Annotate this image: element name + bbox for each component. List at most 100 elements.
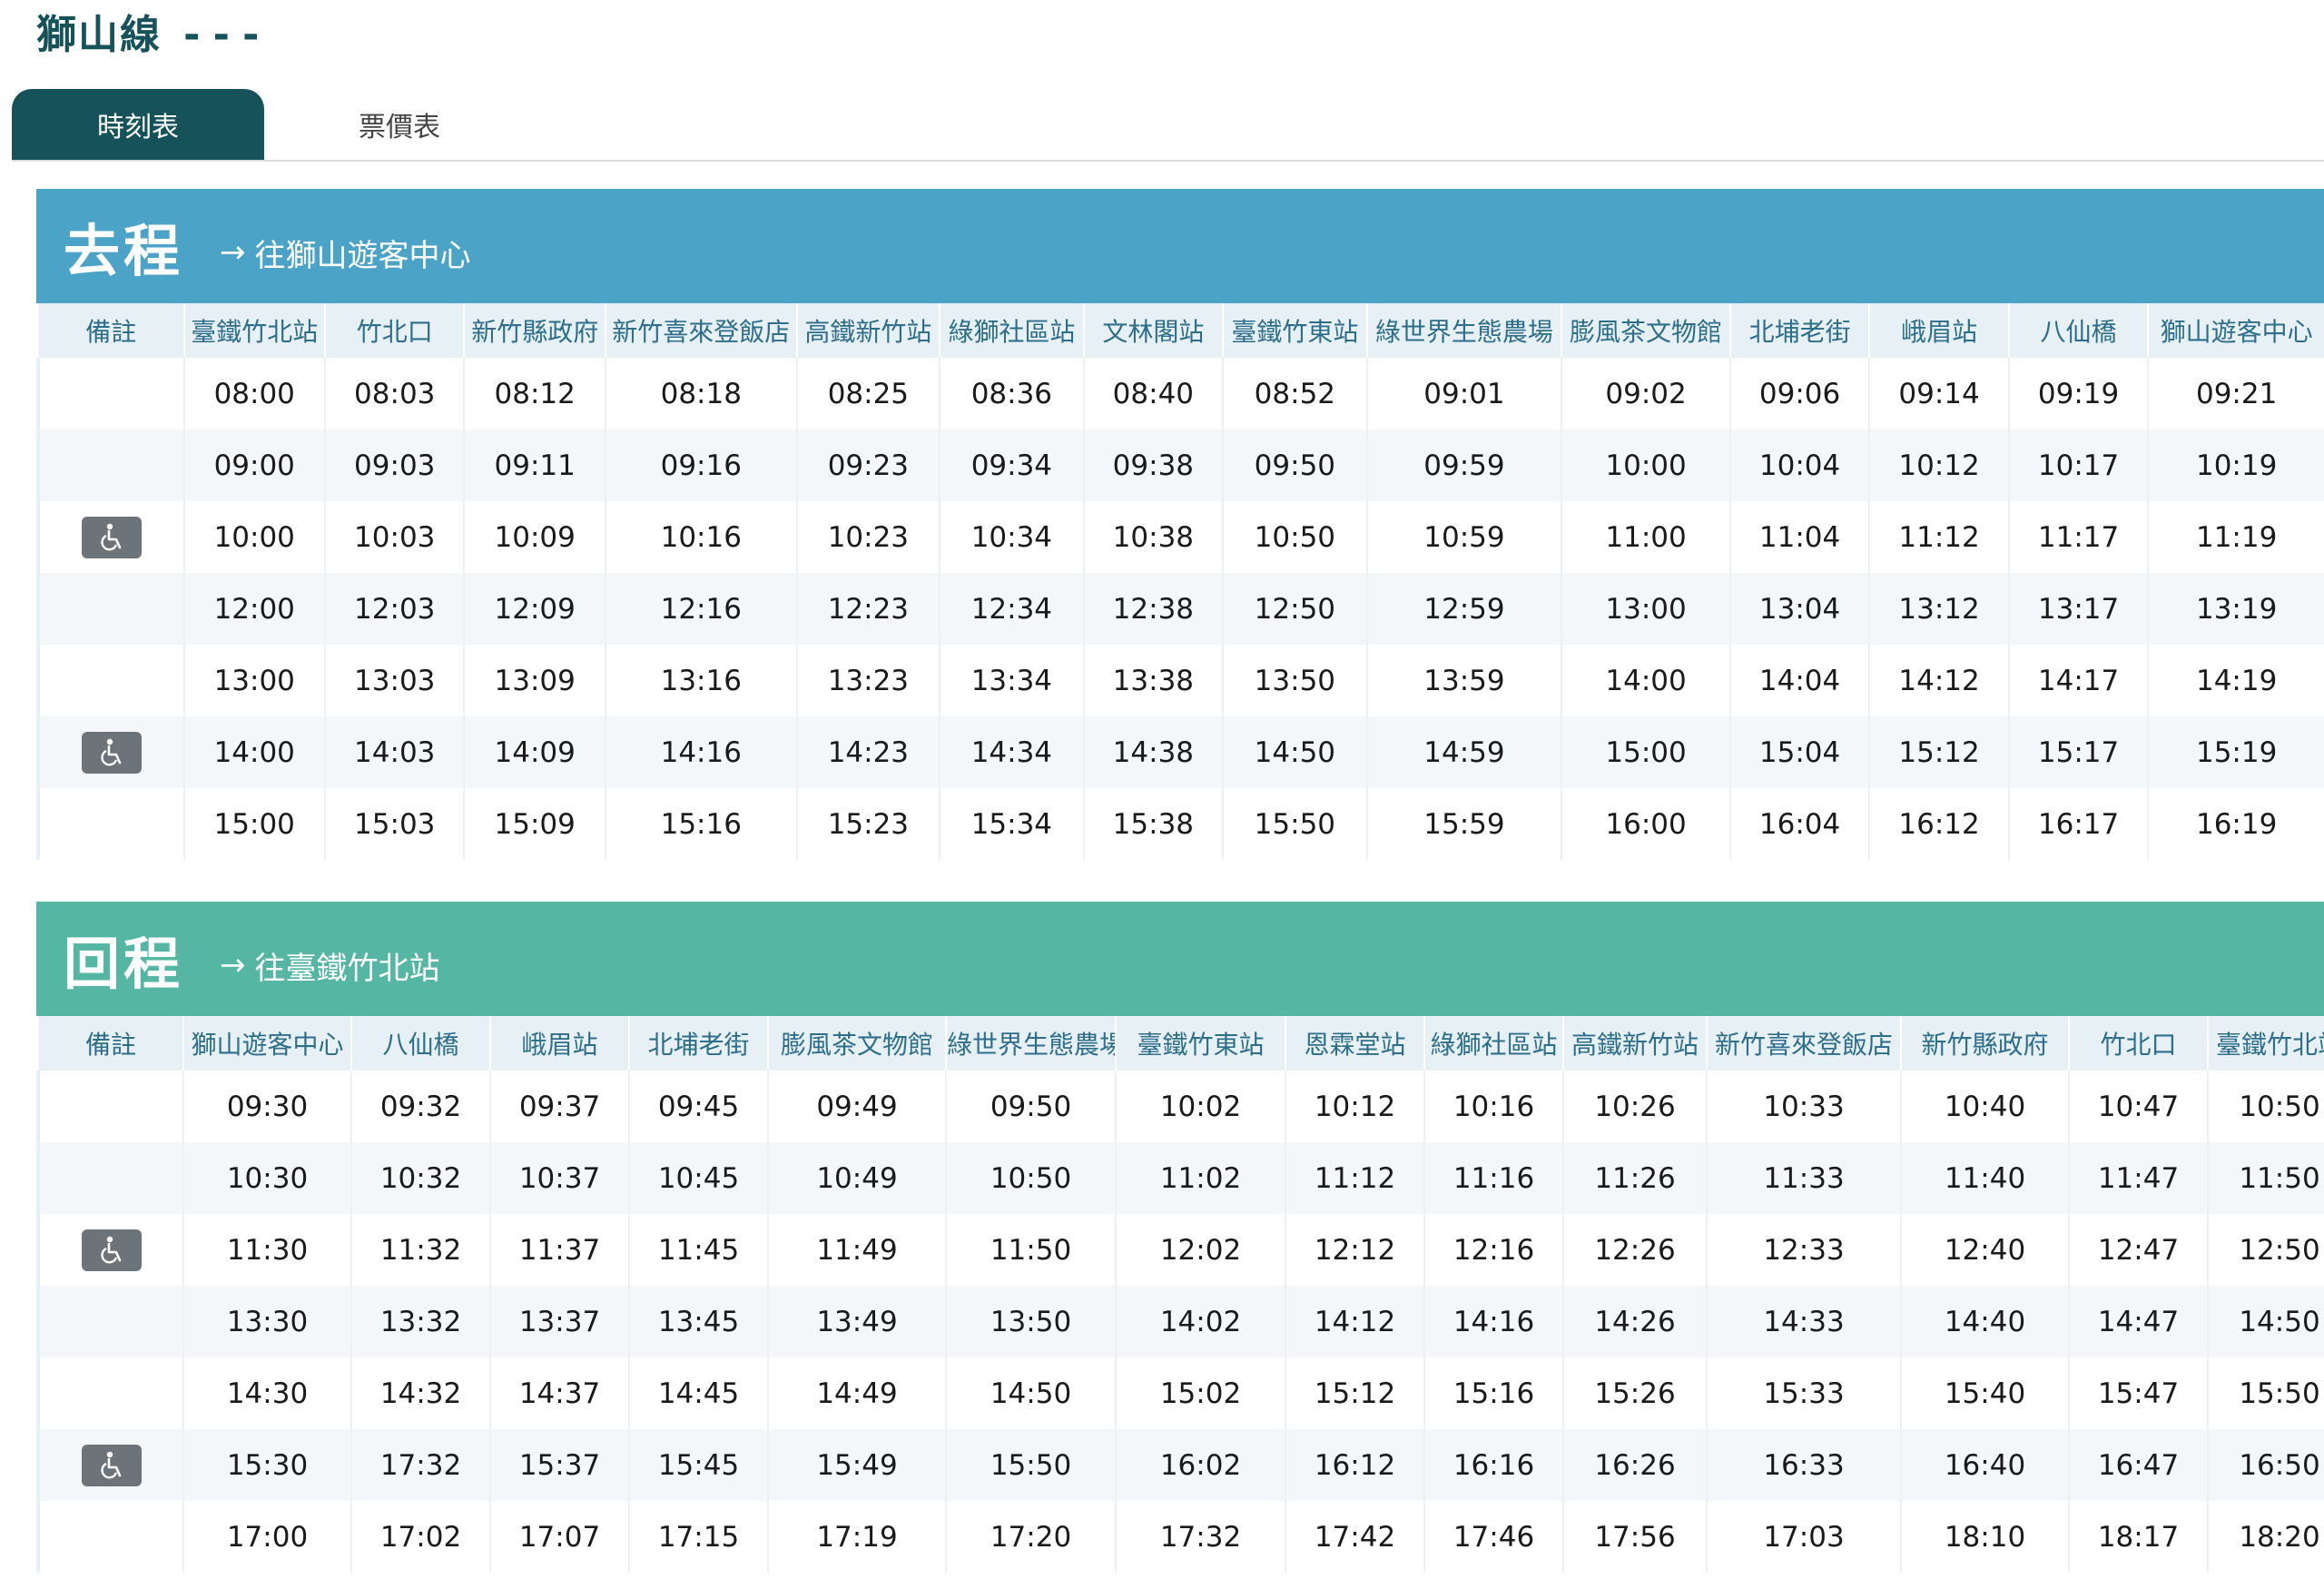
time-cell: 17:32 [350, 1429, 490, 1501]
time-cell: 10:49 [767, 1142, 946, 1214]
time-cell: 17:15 [628, 1501, 768, 1573]
time-cell: 13:50 [945, 1286, 1116, 1357]
time-cell: 11:50 [945, 1214, 1116, 1286]
time-cell: 13:49 [767, 1286, 946, 1357]
tab-timetable[interactable]: 時刻表 [12, 89, 264, 160]
time-cell: 15:26 [1562, 1357, 1707, 1429]
time-cell: 15:09 [463, 788, 606, 860]
time-cell: 16:26 [1562, 1429, 1707, 1501]
time-cell: 10:23 [795, 501, 940, 573]
time-cell: 09:00 [182, 429, 325, 501]
note-cell [36, 429, 184, 501]
time-cell: 12:03 [323, 573, 465, 645]
time-cell: 10:16 [604, 501, 797, 573]
time-cell: 13:19 [2147, 573, 2324, 645]
column-header-stop: 新竹縣政府 [463, 303, 606, 358]
time-cell: 09:37 [489, 1071, 629, 1142]
time-cell: 16:50 [2207, 1429, 2324, 1501]
time-cell: 12:38 [1082, 573, 1224, 645]
time-cell: 09:49 [767, 1071, 946, 1142]
time-cell: 14:50 [945, 1357, 1116, 1429]
time-cell: 09:02 [1561, 358, 1730, 429]
time-cell: 10:50 [1222, 501, 1367, 573]
table-row: 12:00 12:03 12:09 12:16 12:23 12:34 12:38 12:50… [36, 573, 2324, 645]
time-cell: 13:38 [1082, 645, 1224, 716]
time-cell: 10:33 [1706, 1071, 1901, 1142]
time-cell: 10:00 [182, 501, 325, 573]
wheelchair-icon [81, 731, 142, 774]
time-cell: 14:17 [2007, 645, 2149, 716]
time-cell: 12:00 [182, 573, 325, 645]
time-cell: 13:09 [463, 645, 606, 716]
time-cell: 11:33 [1706, 1142, 1901, 1214]
time-cell: 15:50 [945, 1429, 1116, 1501]
tab-fares[interactable]: 票價表 [273, 89, 526, 160]
time-cell: 13:00 [182, 645, 325, 716]
table-header-row: 備註 獅山遊客中心 八仙橋 峨眉站 北埔老街 膨風茶文物館 綠世界生態農場 臺鐵竹東站 恩霖堂站… [37, 1016, 2324, 1071]
time-cell: 18:20 [2207, 1501, 2324, 1573]
note-cell [36, 788, 184, 860]
column-header-stop: 新竹縣政府 [1900, 1016, 2069, 1071]
inbound-timetable: 備註 獅山遊客中心 八仙橋 峨眉站 北埔老街 膨風茶文物館 綠世界生態農場 臺鐵竹東站 恩霖堂站… [36, 1016, 2324, 1573]
time-cell: 14:45 [628, 1357, 768, 1429]
time-cell: 16:19 [2147, 788, 2324, 860]
time-cell: 11:37 [489, 1214, 629, 1286]
time-cell: 15:04 [1728, 716, 1870, 788]
time-cell: 15:49 [767, 1429, 946, 1501]
time-cell: 11:12 [1285, 1142, 1424, 1214]
inbound-section: 回程 → 往臺鐵竹北站 備註 獅山遊客中心 八仙橋 峨眉站 北埔老街 膨風茶文物館 綠世界生… [36, 902, 2324, 1573]
time-cell: 10:38 [1082, 501, 1224, 573]
time-cell: 14:16 [1423, 1286, 1563, 1357]
time-cell: 15:16 [1423, 1357, 1563, 1429]
time-cell: 09:16 [604, 429, 797, 501]
time-cell: 15:12 [1285, 1357, 1424, 1429]
note-cell [36, 1214, 183, 1286]
time-cell: 12:23 [795, 573, 940, 645]
time-cell: 15:33 [1706, 1357, 1901, 1429]
time-cell: 12:09 [463, 573, 606, 645]
time-cell: 10:00 [1561, 429, 1730, 501]
time-cell: 14:50 [1222, 716, 1367, 788]
time-cell: 14:32 [350, 1357, 490, 1429]
time-cell: 12:16 [604, 573, 797, 645]
note-cell [36, 716, 184, 788]
time-cell: 10:40 [1900, 1071, 2069, 1142]
time-cell: 15:00 [182, 788, 325, 860]
note-cell [36, 358, 184, 429]
column-header-stop: 綠世界生態農場 [945, 1016, 1116, 1071]
time-cell: 11:02 [1115, 1142, 1285, 1214]
column-header-stop: 八仙橋 [2007, 303, 2149, 358]
time-cell: 14:04 [1728, 645, 1870, 716]
note-cell [36, 1429, 183, 1501]
time-cell: 08:12 [463, 358, 606, 429]
time-cell: 09:34 [939, 429, 1084, 501]
time-cell: 12:47 [2068, 1214, 2208, 1286]
outbound-timetable: 備註 臺鐵竹北站 竹北口 新竹縣政府 新竹喜來登飯店 高鐵新竹站 綠獅社區站 文林閣站 臺鐵竹東… [36, 303, 2324, 860]
note-cell [36, 645, 184, 716]
time-cell: 16:47 [2068, 1429, 2208, 1501]
time-cell: 12:50 [1222, 573, 1367, 645]
time-cell: 08:36 [939, 358, 1084, 429]
time-cell: 17:56 [1562, 1501, 1707, 1573]
time-cell: 13:16 [604, 645, 797, 716]
time-cell: 15:17 [2007, 716, 2149, 788]
time-cell: 16:00 [1561, 788, 1730, 860]
time-cell: 12:16 [1423, 1214, 1563, 1286]
time-cell: 09:03 [323, 429, 465, 501]
time-cell: 15:12 [1868, 716, 2009, 788]
time-cell: 13:50 [1222, 645, 1367, 716]
time-cell: 14:30 [182, 1357, 351, 1429]
table-row: 14:30 14:32 14:37 14:45 14:49 14:50 15:02 15:12… [36, 1357, 2324, 1429]
column-header-stop: 綠獅社區站 [1423, 1016, 1563, 1071]
column-header-stop: 膨風茶文物館 [1561, 303, 1730, 358]
time-cell: 09:59 [1365, 429, 1562, 501]
time-cell: 11:04 [1728, 501, 1870, 573]
time-cell: 10:45 [628, 1142, 768, 1214]
outbound-section: 去程 → 往獅山遊客中心 備註 臺鐵竹北站 竹北口 新竹縣政府 新竹喜來登飯店 高鐵新竹站… [36, 189, 2324, 860]
time-cell: 11:17 [2007, 501, 2149, 573]
column-header-note: 備註 [37, 303, 184, 358]
time-cell: 15:03 [323, 788, 465, 860]
table-row: 11:30 11:32 11:37 11:45 11:49 11:50 12:02 12:12… [36, 1214, 2324, 1286]
column-header-stop: 北埔老街 [1728, 303, 1870, 358]
column-header-stop: 北埔老街 [628, 1016, 768, 1071]
